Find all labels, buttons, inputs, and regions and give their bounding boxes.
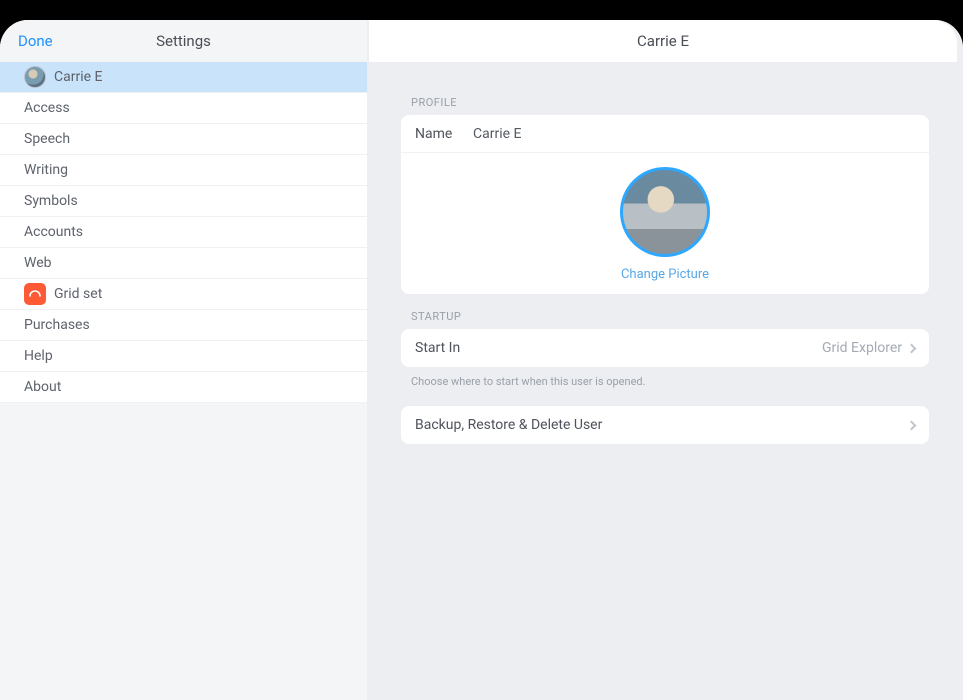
sidebar-item-symbols[interactable]: Symbols xyxy=(0,186,367,217)
sidebar-item-label: Access xyxy=(24,100,70,116)
start-in-value-wrap: Grid Explorer xyxy=(822,340,915,356)
start-in-row[interactable]: Start In Grid Explorer xyxy=(401,329,929,367)
avatar-icon xyxy=(24,66,46,88)
section-label-profile: PROFILE xyxy=(401,80,929,115)
startup-hint: Choose where to start when this user is … xyxy=(401,367,929,388)
sidebar-list: Carrie E Access Speech Writing Symbols A… xyxy=(0,62,367,403)
sidebar-item-label: Symbols xyxy=(24,193,78,209)
change-picture-link[interactable]: Change Picture xyxy=(621,267,709,282)
sidebar-item-speech[interactable]: Speech xyxy=(0,124,367,155)
sidebar-header: Done Settings xyxy=(0,20,367,62)
name-label: Name xyxy=(415,126,473,142)
backup-label: Backup, Restore & Delete User xyxy=(415,417,602,433)
name-row[interactable]: Name Carrie E xyxy=(401,115,929,153)
section-label-startup: STARTUP xyxy=(401,294,929,329)
done-button[interactable]: Done xyxy=(0,32,53,50)
sidebar-item-label: About xyxy=(24,379,61,395)
sidebar-item-purchases[interactable]: Purchases xyxy=(0,310,367,341)
sidebar-item-accounts[interactable]: Accounts xyxy=(0,217,367,248)
sidebar-item-label: Grid set xyxy=(54,286,102,302)
sidebar-item-about[interactable]: About xyxy=(0,372,367,403)
backup-card: Backup, Restore & Delete User xyxy=(401,406,929,444)
chevron-right-icon xyxy=(907,420,917,430)
sidebar-item-label: Purchases xyxy=(24,317,90,333)
layout-container: Done Settings Carrie E Access Speech Wri… xyxy=(0,20,963,700)
page-title: Carrie E xyxy=(637,32,689,50)
sidebar-item-label: Help xyxy=(24,348,53,364)
profile-card: Name Carrie E Change Picture xyxy=(401,115,929,294)
chevron-right-icon xyxy=(907,343,917,353)
backup-chevron-wrap xyxy=(908,422,915,429)
sidebar-item-help[interactable]: Help xyxy=(0,341,367,372)
sidebar-item-grid-set[interactable]: Grid set xyxy=(0,279,367,310)
start-in-label: Start In xyxy=(415,340,460,356)
backup-row[interactable]: Backup, Restore & Delete User xyxy=(401,406,929,444)
content: PROFILE Name Carrie E Change Picture STA… xyxy=(367,62,963,444)
grid-set-icon xyxy=(24,283,46,305)
sidebar-item-label: Writing xyxy=(24,162,68,178)
sidebar-item-label: Speech xyxy=(24,131,70,147)
sidebar-item-user[interactable]: Carrie E xyxy=(0,62,367,93)
sidebar-item-label: Web xyxy=(24,255,52,271)
sidebar-item-label: Carrie E xyxy=(54,69,102,85)
avatar xyxy=(620,167,710,257)
sidebar-title: Settings xyxy=(0,32,367,50)
sidebar-item-label: Accounts xyxy=(24,224,83,240)
app-window: Done Settings Carrie E Access Speech Wri… xyxy=(0,20,963,700)
avatar-block: Change Picture xyxy=(401,153,929,294)
sidebar: Done Settings Carrie E Access Speech Wri… xyxy=(0,20,367,700)
start-in-value: Grid Explorer xyxy=(822,340,902,356)
sidebar-item-access[interactable]: Access xyxy=(0,93,367,124)
main-header: Carrie E xyxy=(369,20,957,62)
sidebar-item-web[interactable]: Web xyxy=(0,248,367,279)
name-value: Carrie E xyxy=(473,126,521,142)
main-panel: Carrie E PROFILE Name Carrie E Change Pi… xyxy=(367,20,963,700)
startup-card: Start In Grid Explorer xyxy=(401,329,929,367)
sidebar-item-writing[interactable]: Writing xyxy=(0,155,367,186)
